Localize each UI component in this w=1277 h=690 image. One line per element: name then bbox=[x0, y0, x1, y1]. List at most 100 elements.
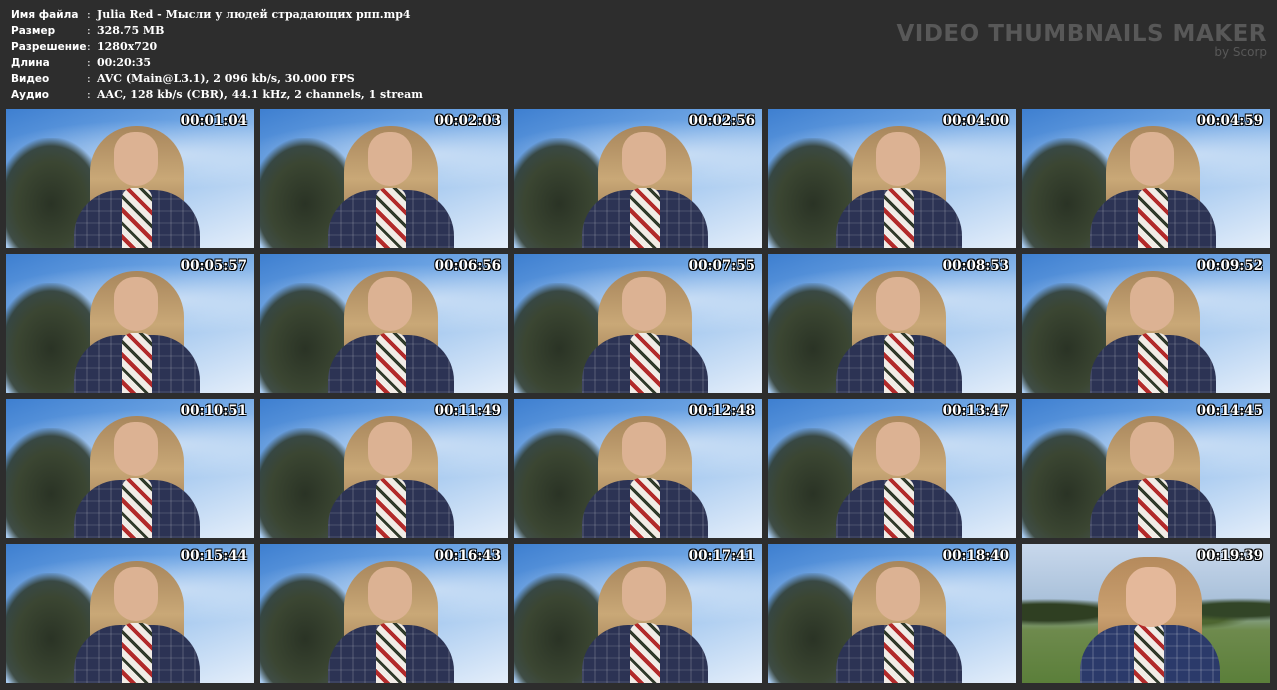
info-value-video: AVC (Main@L3.1), 2 096 kb/s, 30.000 FPS bbox=[97, 72, 355, 85]
thumbnail-timestamp: 00:15:44 bbox=[180, 548, 247, 564]
thumbnail-timestamp: 00:17:41 bbox=[688, 548, 755, 564]
thumbnail-timestamp: 00:06:56 bbox=[434, 258, 501, 274]
thumbnail-timestamp: 00:10:51 bbox=[180, 403, 247, 419]
video-thumbnail: 00:02:03 bbox=[260, 109, 508, 248]
face-shape bbox=[876, 422, 920, 476]
video-thumbnail: 00:01:04 bbox=[6, 109, 254, 248]
scarf-shape bbox=[122, 478, 152, 538]
info-row-video: Видео : AVC (Main@L3.1), 2 096 kb/s, 30.… bbox=[11, 71, 423, 87]
person-figure bbox=[74, 553, 200, 683]
face-shape bbox=[114, 132, 158, 186]
info-separator: : bbox=[87, 72, 91, 85]
video-thumbnail: 00:11:49 bbox=[260, 399, 508, 538]
face-shape bbox=[876, 277, 920, 331]
video-thumbnail: 00:18:40 bbox=[768, 544, 1016, 683]
video-thumbnail: 00:14:45 bbox=[1022, 399, 1270, 538]
person-figure bbox=[582, 263, 708, 393]
person-figure bbox=[328, 118, 454, 248]
thumbnail-timestamp: 00:11:49 bbox=[434, 403, 501, 419]
info-value-resolution: 1280x720 bbox=[97, 40, 158, 53]
scarf-shape bbox=[376, 188, 406, 248]
face-shape bbox=[876, 567, 920, 621]
person-figure bbox=[74, 263, 200, 393]
person-figure bbox=[1090, 408, 1216, 538]
scarf-shape bbox=[122, 188, 152, 248]
thumbnail-timestamp: 00:16:43 bbox=[434, 548, 501, 564]
thumbnail-timestamp: 00:13:47 bbox=[942, 403, 1009, 419]
info-row-audio: Аудио : AAC, 128 kb/s (CBR), 44.1 kHz, 2… bbox=[11, 87, 423, 103]
person-figure bbox=[328, 553, 454, 683]
thumbnail-timestamp: 00:02:03 bbox=[434, 113, 501, 129]
scarf-shape bbox=[884, 188, 914, 248]
face-shape bbox=[114, 277, 158, 331]
info-separator: : bbox=[87, 88, 91, 101]
person-figure bbox=[1080, 549, 1220, 683]
thumbnail-timestamp: 00:14:45 bbox=[1196, 403, 1263, 419]
thumbnail-timestamp: 00:09:52 bbox=[1196, 258, 1263, 274]
video-thumbnail: 00:17:41 bbox=[514, 544, 762, 683]
person-figure bbox=[1090, 263, 1216, 393]
thumbnail-timestamp: 00:19:39 bbox=[1196, 548, 1263, 564]
scarf-shape bbox=[376, 623, 406, 683]
info-row-resolution: Разрешение : 1280x720 bbox=[11, 39, 423, 55]
face-shape bbox=[1130, 132, 1174, 186]
thumbnail-timestamp: 00:18:40 bbox=[942, 548, 1009, 564]
person-figure bbox=[582, 408, 708, 538]
info-label: Имя файла bbox=[11, 9, 79, 21]
scarf-shape bbox=[884, 623, 914, 683]
scarf-shape bbox=[884, 478, 914, 538]
face-shape bbox=[368, 132, 412, 186]
face-shape bbox=[1126, 567, 1176, 627]
person-figure bbox=[74, 408, 200, 538]
person-figure bbox=[1090, 118, 1216, 248]
video-thumbnail: 00:05:57 bbox=[6, 254, 254, 393]
thumbnail-timestamp: 00:07:55 bbox=[688, 258, 755, 274]
video-thumbnail: 00:06:56 bbox=[260, 254, 508, 393]
scarf-shape bbox=[630, 623, 660, 683]
thumbnail-timestamp: 00:12:48 bbox=[688, 403, 755, 419]
face-shape bbox=[622, 132, 666, 186]
thumbnail-timestamp: 00:05:57 bbox=[180, 258, 247, 274]
info-row-filename: Имя файла : Julia Red - Мысли у людей ст… bbox=[11, 7, 423, 23]
brand-title: VIDEO THUMBNAILS MAKER bbox=[896, 21, 1267, 47]
thumbnail-timestamp: 00:04:00 bbox=[942, 113, 1009, 129]
info-separator: : bbox=[87, 24, 91, 37]
video-thumbnail: 00:12:48 bbox=[514, 399, 762, 538]
face-shape bbox=[368, 422, 412, 476]
video-thumbnail: 00:08:53 bbox=[768, 254, 1016, 393]
info-separator: : bbox=[87, 56, 91, 69]
video-thumbnail: 00:04:00 bbox=[768, 109, 1016, 248]
scarf-shape bbox=[122, 333, 152, 393]
person-figure bbox=[74, 118, 200, 248]
info-value-size: 328.75 MB bbox=[97, 24, 165, 37]
scarf-shape bbox=[1138, 478, 1168, 538]
scarf-shape bbox=[376, 333, 406, 393]
info-separator: : bbox=[87, 8, 91, 21]
scarf-shape bbox=[884, 333, 914, 393]
person-figure bbox=[836, 263, 962, 393]
video-thumbnail: 00:04:59 bbox=[1022, 109, 1270, 248]
thumbnail-timestamp: 00:02:56 bbox=[688, 113, 755, 129]
person-figure bbox=[836, 408, 962, 538]
face-shape bbox=[876, 132, 920, 186]
video-thumbnail: 00:07:55 bbox=[514, 254, 762, 393]
video-thumbnail: 00:15:44 bbox=[6, 544, 254, 683]
info-value-audio: AAC, 128 kb/s (CBR), 44.1 kHz, 2 channel… bbox=[97, 88, 423, 101]
scarf-shape bbox=[1134, 623, 1164, 683]
scarf-shape bbox=[630, 478, 660, 538]
person-figure bbox=[836, 118, 962, 248]
brand-watermark: VIDEO THUMBNAILS MAKER by Scorp bbox=[896, 20, 1267, 58]
video-thumbnail: 00:10:51 bbox=[6, 399, 254, 538]
info-row-size: Размер : 328.75 MB bbox=[11, 23, 423, 39]
face-shape bbox=[368, 277, 412, 331]
info-label: Размер bbox=[11, 25, 56, 37]
person-figure bbox=[328, 408, 454, 538]
video-thumbnail: 00:19:39 bbox=[1022, 544, 1270, 683]
info-value-duration: 00:20:35 bbox=[97, 56, 152, 69]
info-separator: : bbox=[87, 40, 91, 53]
person-figure bbox=[582, 553, 708, 683]
scarf-shape bbox=[630, 333, 660, 393]
person-figure bbox=[836, 553, 962, 683]
video-thumbnail: 00:09:52 bbox=[1022, 254, 1270, 393]
face-shape bbox=[622, 422, 666, 476]
